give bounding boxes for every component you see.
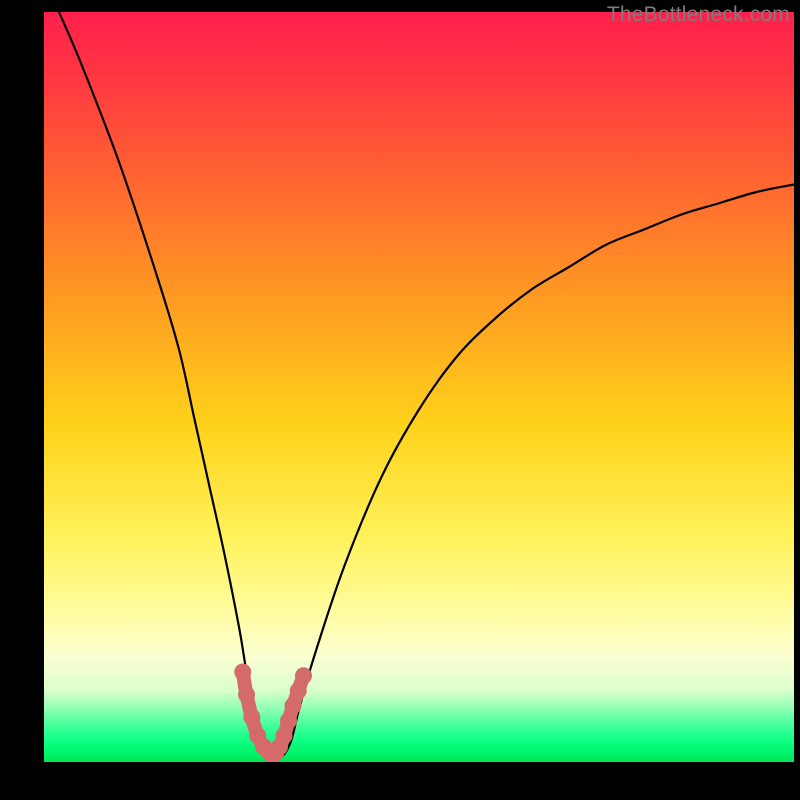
chart-frame: TheBottleneck.com [0,0,800,800]
plot-area [44,12,794,762]
trough-marker-dot [285,697,302,714]
trough-marker-dot [238,686,255,703]
curve-svg [44,12,794,762]
trough-marker-dot [243,709,260,726]
trough-marker-dot [295,667,312,684]
trough-marker-dot [234,664,251,681]
trough-marker-dot [290,682,307,699]
bottleneck-curve [59,12,794,758]
trough-marker-dot [276,727,293,744]
watermark-text: TheBottleneck.com [607,3,790,27]
trough-marker [234,664,312,762]
trough-marker-dot [280,712,297,729]
